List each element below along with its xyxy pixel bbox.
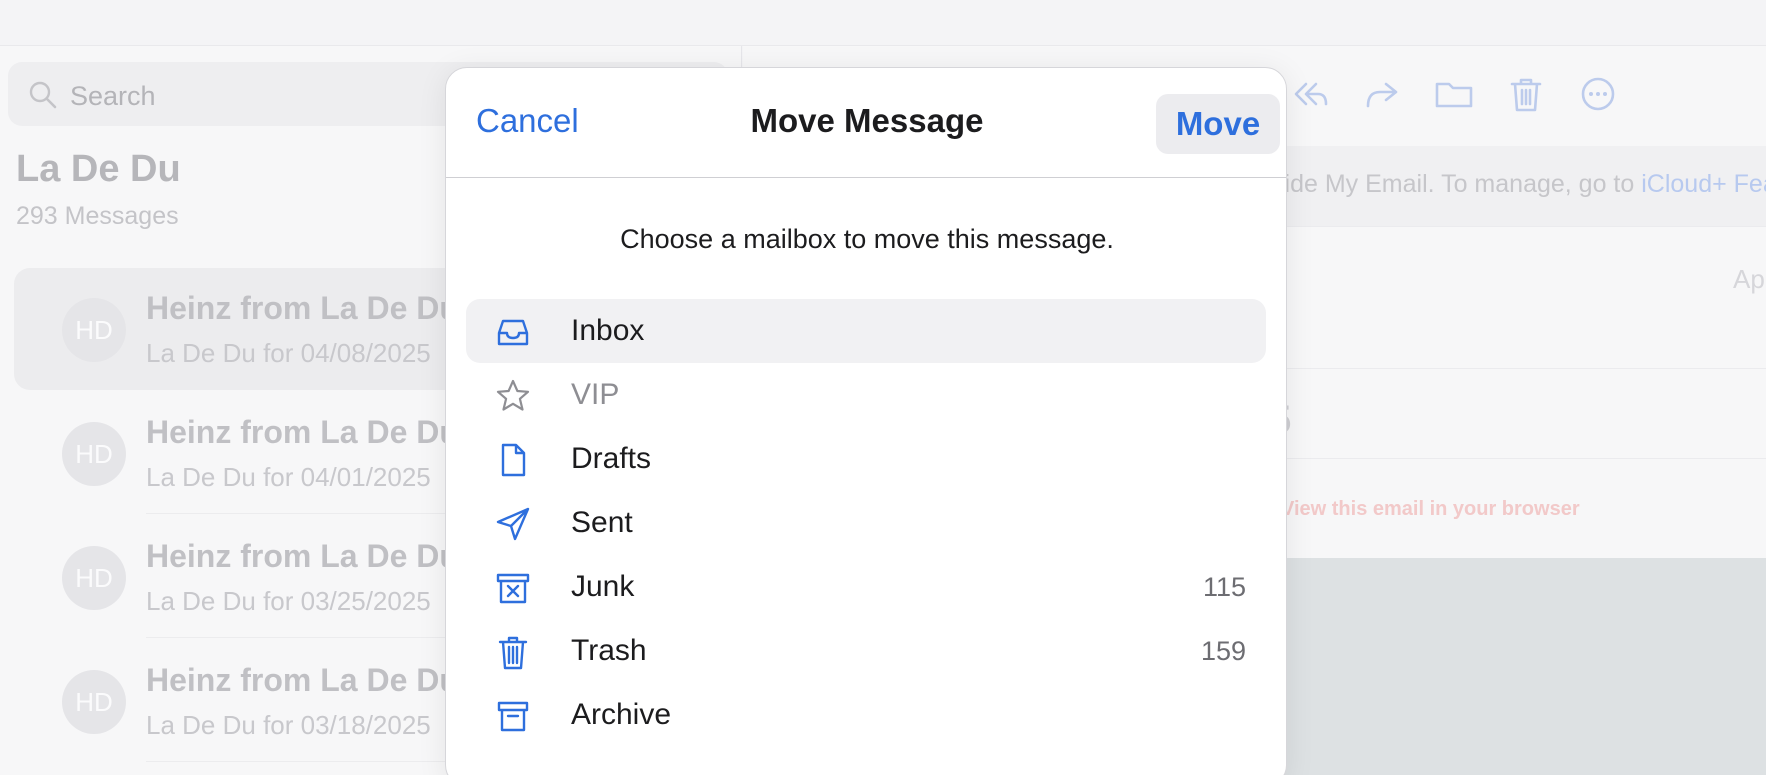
forward-icon[interactable]	[1360, 72, 1404, 116]
mailbox-item-sent[interactable]: Sent	[466, 491, 1266, 555]
message-sender: Heinz from La De Du	[146, 290, 459, 326]
message-sender: Heinz from La De Du	[146, 538, 459, 574]
date-fragment: Ap	[1733, 264, 1765, 294]
mailbox-label: Archive	[571, 698, 672, 731]
banner-text: lide My Email. To manage, go to	[1279, 170, 1642, 198]
mailbox-item-junk[interactable]: Junk 115	[466, 555, 1266, 619]
mailbox-label: Sent	[571, 506, 633, 539]
trash-icon[interactable]	[1504, 72, 1548, 116]
divider	[1263, 458, 1766, 459]
mailbox-item-archive[interactable]: Archive	[466, 683, 1266, 747]
paper-plane-icon	[496, 507, 530, 541]
mailbox-label: Drafts	[571, 442, 652, 475]
search-placeholder: Search	[70, 81, 156, 111]
inbox-tray-icon	[497, 319, 529, 346]
move-message-sheet: Cancel Move Message Move Choose a mailbo…	[445, 67, 1287, 775]
mailbox-item-trash[interactable]: Trash 159	[466, 619, 1266, 683]
message-subject: La De Du for 03/18/2025	[146, 710, 431, 740]
mailbox-label: VIP	[571, 378, 620, 411]
mailbox-count: 159	[1200, 636, 1246, 666]
folder-icon[interactable]	[1432, 72, 1476, 116]
message-sender: Heinz from La De Du	[146, 414, 459, 450]
trash-icon	[498, 636, 528, 670]
avatar: HD	[62, 298, 126, 362]
sheet-header: Cancel Move Message Move	[446, 68, 1286, 178]
sheet-prompt: Choose a mailbox to move this message.	[620, 224, 1114, 254]
divider	[1263, 368, 1766, 369]
reply-all-icon[interactable]	[1288, 72, 1332, 116]
move-button[interactable]: Move	[1156, 94, 1280, 154]
mailbox-label: Trash	[571, 634, 647, 667]
message-sender: Heinz from La De Du	[146, 662, 459, 698]
avatar: HD	[62, 670, 126, 734]
mailbox-item-inbox[interactable]: Inbox	[466, 299, 1266, 363]
mailbox-item-vip: VIP	[466, 363, 1266, 427]
top-bar	[0, 0, 1766, 46]
mailbox-item-drafts[interactable]: Drafts	[466, 427, 1266, 491]
mailbox-count: 115	[1202, 572, 1246, 602]
message-subject: La De Du for 04/08/2025	[146, 338, 431, 368]
mailbox-label: Junk	[571, 570, 635, 603]
junk-bin-icon	[496, 573, 530, 604]
divider	[1263, 226, 1766, 227]
message-count: 293 Messages	[16, 202, 179, 230]
mailbox-title: La De Du	[16, 148, 181, 190]
message-subject: La De Du for 03/25/2025	[146, 586, 431, 616]
archive-box-icon	[497, 701, 529, 732]
icloud-link[interactable]: iCloud+ Fea	[1641, 170, 1766, 198]
email-image-area	[1263, 558, 1766, 775]
star-icon	[496, 379, 530, 411]
avatar: HD	[62, 546, 126, 610]
view-in-browser-link[interactable]: View this email in your browser	[1281, 498, 1580, 521]
avatar: HD	[62, 422, 126, 486]
search-icon	[29, 81, 57, 109]
mailbox-label: Inbox	[571, 314, 645, 347]
document-icon	[501, 443, 526, 477]
more-icon[interactable]	[1576, 72, 1620, 116]
message-subject: La De Du for 04/01/2025	[146, 462, 431, 492]
